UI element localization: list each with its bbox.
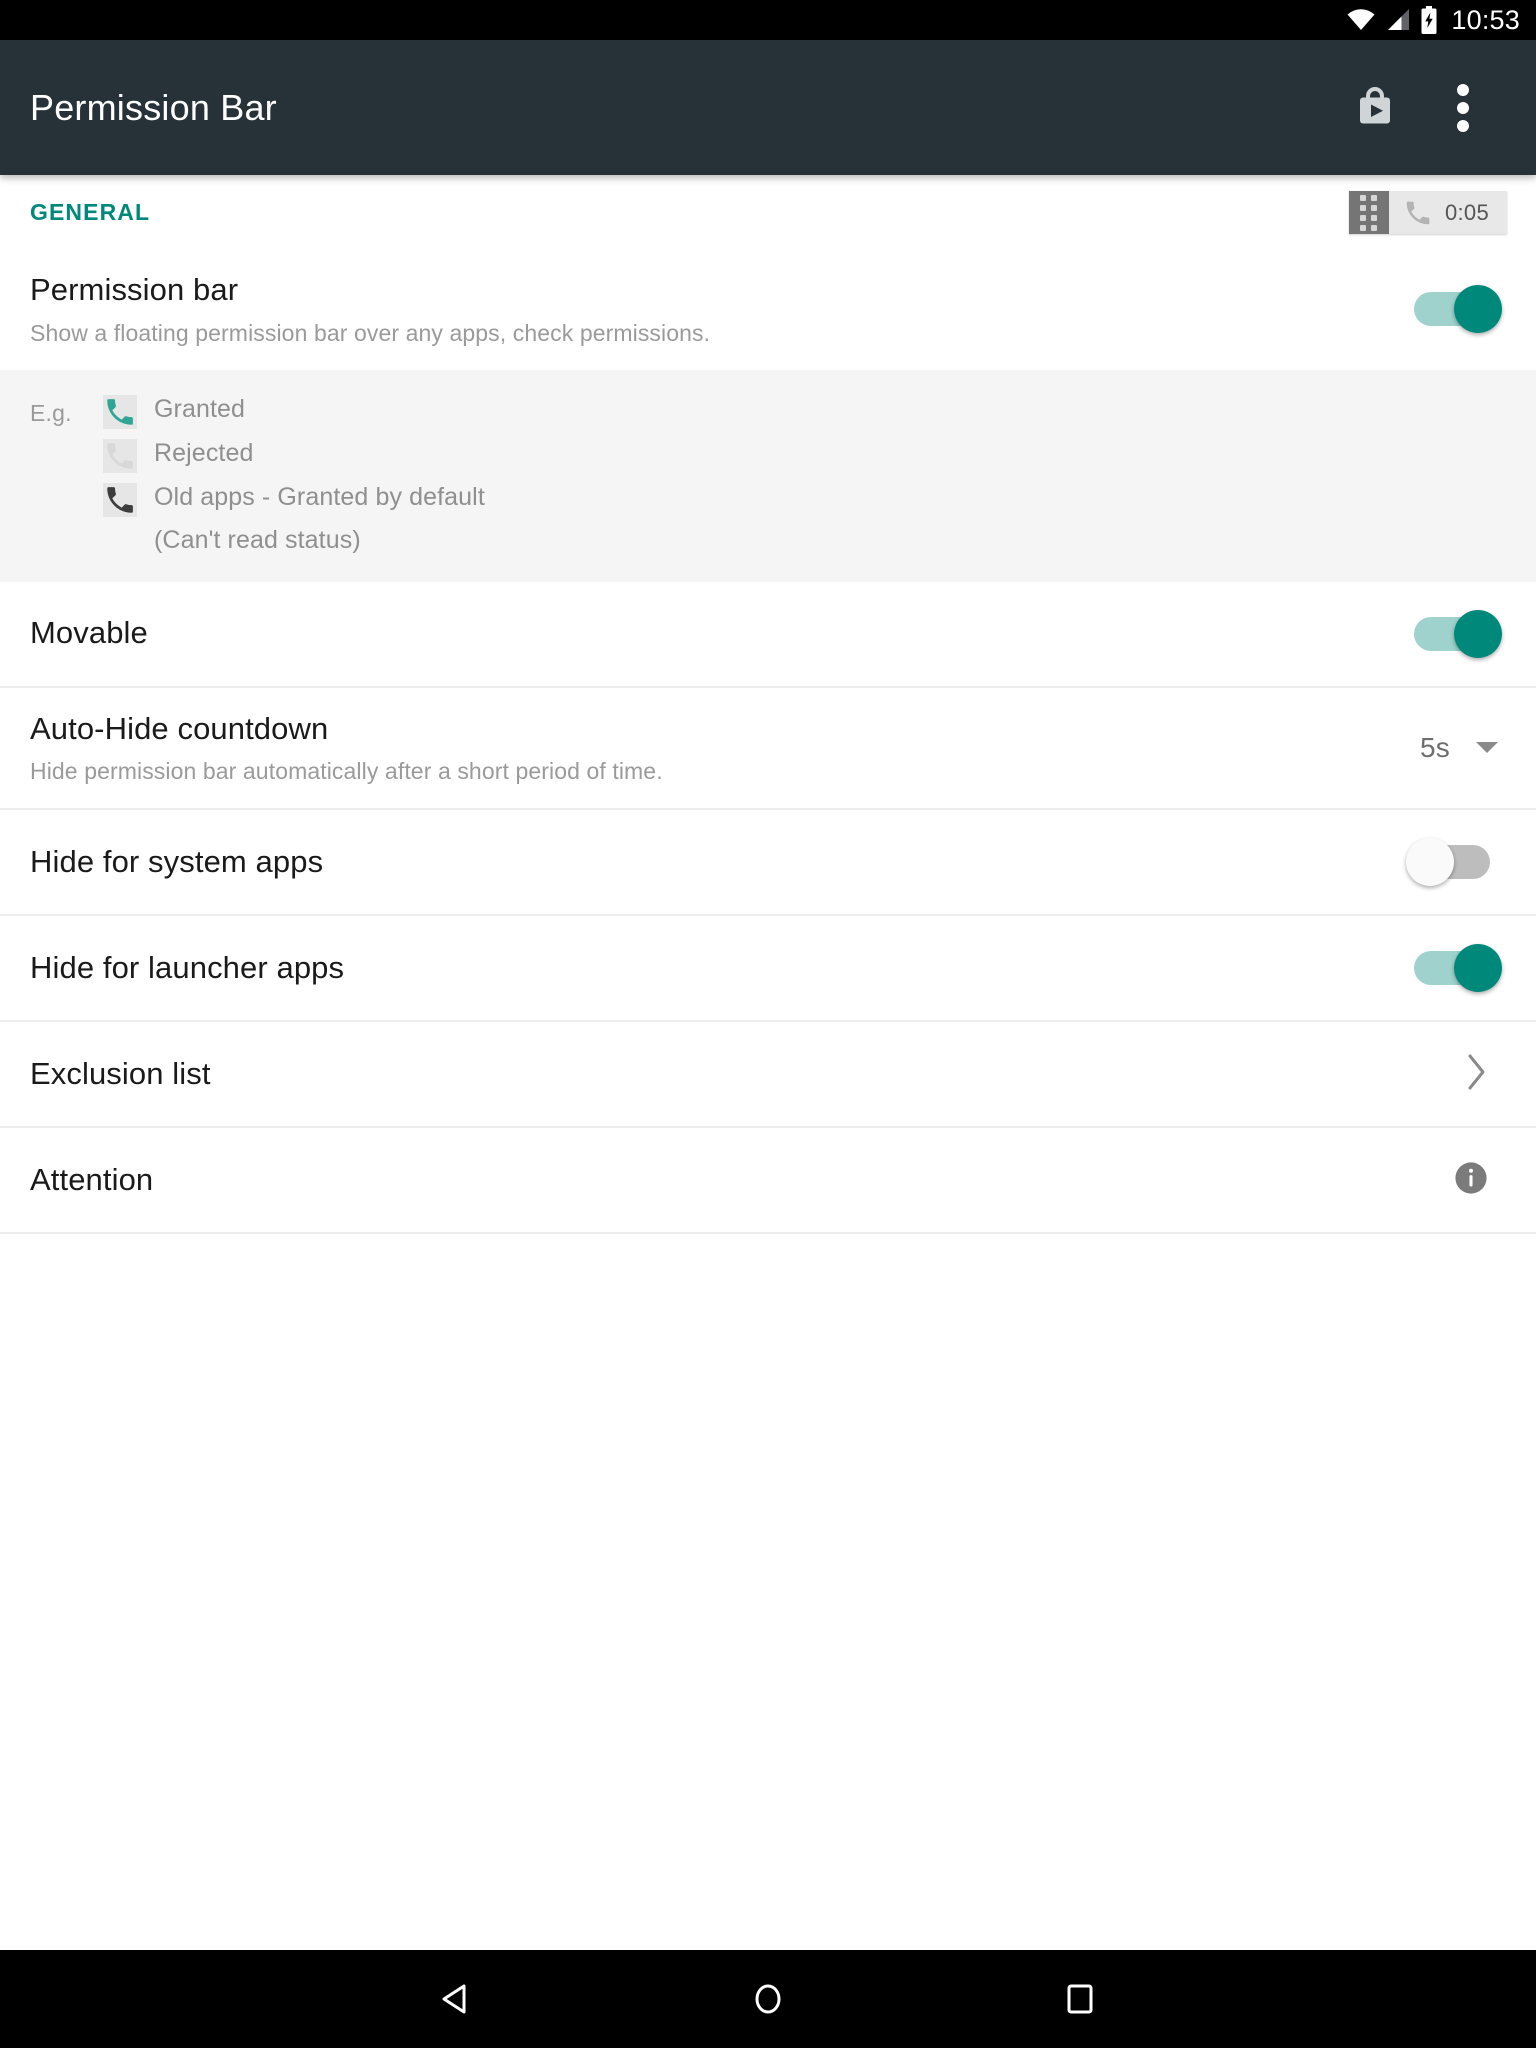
more-vertical-icon [1457, 83, 1469, 132]
play-store-button[interactable] [1344, 77, 1406, 139]
row-hide-system-title: Hide for system apps [30, 843, 324, 879]
row-hide-launcher-title: Hide for launcher apps [30, 949, 345, 985]
home-circle-icon [755, 1984, 781, 2014]
auto-hide-value: 5s [1420, 731, 1450, 763]
chevron-down-icon [1476, 742, 1498, 754]
row-exclusion-text: Exclusion list [30, 1055, 1416, 1094]
row-auto-hide-text: Auto-Hide countdown Hide permission bar … [30, 710, 1416, 787]
row-hide-launcher-text: Hide for launcher apps [30, 949, 1406, 988]
example-note: (Can't read status) [154, 525, 361, 554]
toggle-permission-bar[interactable] [1406, 285, 1502, 334]
wifi-icon [1346, 8, 1376, 32]
example-text-granted: Granted [154, 394, 246, 423]
info-icon[interactable] [1454, 1161, 1488, 1200]
toggle-hide-launcher-apps[interactable] [1406, 944, 1502, 992]
row-auto-hide-accessory: 5s [1416, 732, 1506, 764]
switch-thumb [1454, 285, 1502, 334]
play-store-bag-icon [1360, 86, 1390, 123]
section-header-general: GENERAL 0:05 [0, 175, 1536, 249]
app-toolbar: Permission Bar [0, 40, 1536, 175]
row-hide-launcher-accessory [1406, 944, 1506, 992]
toggle-hide-system-apps[interactable] [1406, 838, 1502, 886]
chevron-right-icon[interactable] [1466, 1053, 1488, 1096]
recents-square-icon [1067, 1984, 1093, 2014]
row-exclusion-list[interactable]: Exclusion list [0, 1022, 1536, 1126]
example-text-legacy: Old apps - Granted by default [154, 482, 485, 511]
row-hide-launcher-apps[interactable]: Hide for launcher apps [0, 916, 1536, 1020]
overflow-menu-button[interactable] [1432, 77, 1494, 139]
row-exclusion-title: Exclusion list [30, 1055, 211, 1091]
row-movable-accessory [1406, 609, 1506, 658]
row-attention-accessory [1416, 1161, 1506, 1200]
row-permission-bar[interactable]: Permission bar Show a floating permissio… [0, 249, 1536, 370]
phone-icon-rejected [102, 438, 138, 474]
nav-back-button[interactable] [401, 1950, 511, 2048]
switch-thumb [1406, 838, 1454, 886]
row-attention[interactable]: Attention [0, 1128, 1536, 1232]
nav-home-button[interactable] [713, 1950, 823, 2048]
row-auto-hide-title: Auto-Hide countdown [30, 710, 329, 746]
row-permission-bar-subtitle: Show a floating permission bar over any … [30, 319, 711, 346]
status-bar: 10:53 [0, 0, 1536, 40]
toolbar-actions [1344, 77, 1506, 139]
switch-thumb [1454, 944, 1502, 992]
row-movable[interactable]: Movable [0, 581, 1536, 686]
row-movable-text: Movable [30, 614, 1406, 653]
row-hide-system-apps[interactable]: Hide for system apps [0, 810, 1536, 914]
row-hide-system-accessory [1406, 838, 1506, 886]
row-permission-bar-accessory [1406, 285, 1506, 334]
android-screen: 10:53 Permission Bar GENERAL 0:05 Permis… [0, 0, 1536, 2048]
example-item-granted: Granted [102, 392, 485, 430]
nav-recents-button[interactable] [1025, 1950, 1135, 2048]
dot-grid [1360, 194, 1378, 231]
row-exclusion-accessory [1416, 1053, 1506, 1096]
row-hide-system-text: Hide for system apps [30, 843, 1406, 882]
toggle-movable[interactable] [1406, 609, 1502, 658]
example-text-rejected: Rejected [154, 438, 254, 467]
cellular-signal-icon [1385, 8, 1411, 32]
status-bar-clock: 10:53 [1451, 4, 1520, 35]
example-label: E.g. [30, 399, 72, 426]
section-title: GENERAL [30, 198, 151, 225]
system-nav-bar [0, 1950, 1536, 2048]
row-auto-hide-countdown[interactable]: Auto-Hide countdown Hide permission bar … [0, 687, 1536, 808]
example-items: Granted Rejected Old apps - Granted by d… [102, 392, 485, 556]
row-attention-text: Attention [30, 1161, 1416, 1200]
phone-icon-granted [102, 394, 138, 430]
phone-icon [1406, 201, 1430, 224]
divider [0, 1232, 1536, 1234]
auto-hide-dropdown[interactable]: 5s [1420, 732, 1506, 764]
permission-bar-preview: 0:05 [1348, 191, 1507, 234]
example-item-rejected: Rejected [102, 436, 485, 474]
row-movable-title: Movable [30, 615, 148, 651]
row-permission-bar-title: Permission bar [30, 272, 239, 307]
drag-handle-icon [1348, 191, 1389, 234]
example-item-legacy: Old apps - Granted by default [102, 480, 485, 518]
phone-icon-legacy [102, 482, 138, 518]
example-legend: E.g. Granted Rejected Old apps - Granted… [0, 369, 1536, 582]
row-permission-bar-text: Permission bar Show a floating permissio… [30, 271, 1406, 348]
page-title: Permission Bar [30, 86, 277, 128]
preview-body: 0:05 [1388, 191, 1507, 234]
switch-thumb [1454, 609, 1502, 658]
row-attention-title: Attention [30, 1161, 154, 1197]
battery-charging-icon [1420, 6, 1438, 34]
settings-list: GENERAL 0:05 Permission bar Show a float… [0, 175, 1536, 1234]
back-triangle-icon [442, 1984, 466, 2014]
preview-timer: 0:05 [1444, 199, 1489, 225]
row-auto-hide-subtitle: Hide permission bar automatically after … [30, 758, 663, 785]
